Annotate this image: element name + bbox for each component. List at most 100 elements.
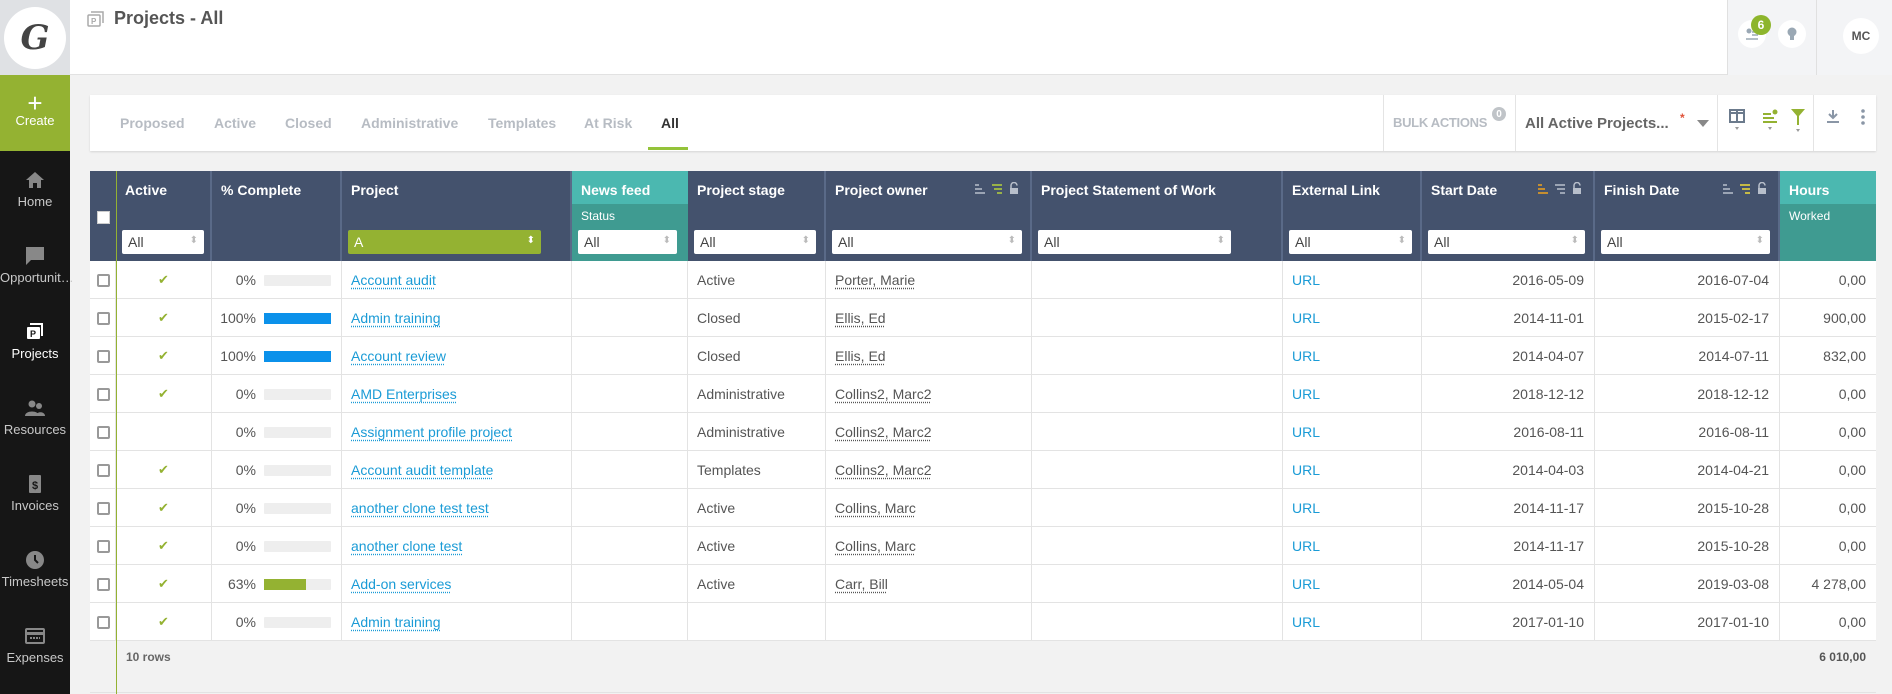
owner-link[interactable]: Ellis, Ed [835, 310, 886, 326]
project-link[interactable]: Account audit template [351, 462, 493, 478]
row-checkbox[interactable] [97, 350, 110, 363]
table-row[interactable]: ✔ 0% another clone test Active Collins, … [90, 527, 1876, 565]
project-link[interactable]: Admin training [351, 310, 441, 326]
external-url-link[interactable]: URL [1292, 348, 1320, 364]
project-link[interactable]: another clone test test [351, 500, 489, 516]
project-link[interactable]: another clone test [351, 538, 462, 554]
filter-sow-select[interactable]: All [1038, 230, 1231, 254]
create-button[interactable]: + Create [0, 75, 70, 151]
filter-active-select[interactable]: All [122, 230, 204, 254]
column-header-project-owner[interactable]: Project owner All [826, 171, 1032, 261]
row-checkbox[interactable] [97, 274, 110, 287]
tab-administrative[interactable]: Administrative [361, 115, 458, 131]
owner-link[interactable]: Collins2, Marc2 [835, 462, 931, 478]
row-checkbox[interactable] [97, 312, 110, 325]
project-link[interactable]: Account review [351, 348, 446, 364]
sort-asc-icon[interactable] [1537, 182, 1549, 194]
external-url-link[interactable]: URL [1292, 462, 1320, 478]
owner-link[interactable]: Porter, Marie [835, 272, 915, 288]
column-header-project-stage[interactable]: Project stage All [688, 171, 826, 261]
column-header-finish-date[interactable]: Finish Date All [1595, 171, 1780, 261]
sidebar-item-resources[interactable]: Resources [0, 398, 70, 437]
row-checkbox[interactable] [97, 388, 110, 401]
column-header-news-feed[interactable]: News feed Status All [572, 171, 688, 261]
tab-at-risk[interactable]: At Risk [584, 115, 632, 131]
sidebar-item-timesheets[interactable]: Timesheets [0, 550, 70, 589]
owner-link[interactable]: Carr, Bill [835, 576, 888, 592]
select-all-checkbox[interactable] [97, 211, 110, 224]
row-checkbox[interactable] [97, 464, 110, 477]
lock-icon[interactable] [1756, 182, 1768, 194]
tips-button[interactable] [1778, 20, 1806, 48]
sidebar-item-projects[interactable]: P Projects [0, 322, 70, 361]
project-link[interactable]: Admin training [351, 614, 441, 630]
external-url-link[interactable]: URL [1292, 500, 1320, 516]
lock-icon[interactable] [1008, 182, 1020, 194]
tab-active[interactable]: Active [214, 115, 256, 131]
column-header-hours-worked[interactable]: Hours Worked [1780, 171, 1876, 261]
row-checkbox[interactable] [97, 540, 110, 553]
table-row[interactable]: ✔ 100% Account review Closed Ellis, Ed U… [90, 337, 1876, 375]
owner-link[interactable]: Ellis, Ed [835, 348, 886, 364]
table-row[interactable]: ✔ 0% Account audit template Templates Co… [90, 451, 1876, 489]
column-header-statement-of-work[interactable]: Project Statement of Work All [1032, 171, 1283, 261]
table-row[interactable]: ✔ 0% Admin training URL 2017-01-10 2017-… [90, 603, 1876, 641]
sort-desc-icon[interactable] [1554, 182, 1566, 194]
sidebar-item-opportunities[interactable]: Opportunit… [0, 246, 74, 285]
owner-link[interactable]: Collins2, Marc2 [835, 424, 931, 440]
external-url-link[interactable]: URL [1292, 614, 1320, 630]
sidebar-item-home[interactable]: Home [0, 170, 70, 209]
tab-proposed[interactable]: Proposed [120, 115, 185, 131]
view-selector[interactable]: All Active Projects... * [1525, 111, 1709, 132]
filter-finish-date-select[interactable]: All [1601, 230, 1770, 254]
sort-desc-icon[interactable] [991, 182, 1003, 194]
tab-all[interactable]: All [661, 115, 679, 131]
external-url-link[interactable]: URL [1292, 576, 1320, 592]
table-row[interactable]: 0% Assignment profile project Administra… [90, 413, 1876, 451]
filter-project-select[interactable]: A [348, 230, 541, 254]
row-checkbox[interactable] [97, 426, 110, 439]
tab-closed[interactable]: Closed [285, 115, 332, 131]
owner-link[interactable]: Collins2, Marc2 [835, 386, 931, 402]
table-row[interactable]: ✔ 63% Add-on services Active Carr, Bill … [90, 565, 1876, 603]
project-link[interactable]: AMD Enterprises [351, 386, 457, 402]
external-url-link[interactable]: URL [1292, 424, 1320, 440]
sort-asc-icon[interactable] [974, 182, 986, 194]
bulk-actions-button[interactable]: BULK ACTIONS [1393, 115, 1487, 130]
column-header-external-link[interactable]: External Link All [1283, 171, 1422, 261]
row-checkbox[interactable] [97, 502, 110, 515]
app-logo[interactable]: G [4, 6, 66, 69]
row-checkbox[interactable] [97, 616, 110, 629]
tab-templates[interactable]: Templates [488, 115, 556, 131]
table-row[interactable]: ✔ 100% Admin training Closed Ellis, Ed U… [90, 299, 1876, 337]
table-row[interactable]: ✔ 0% Account audit Active Porter, Marie … [90, 261, 1876, 299]
sort-desc-icon[interactable] [1739, 182, 1751, 194]
column-header-project[interactable]: Project A [342, 171, 572, 261]
external-url-link[interactable]: URL [1292, 386, 1320, 402]
filter-news-status-select[interactable]: All [578, 230, 677, 254]
column-header-start-date[interactable]: Start Date All [1422, 171, 1595, 261]
sidebar-item-invoices[interactable]: $ Invoices [0, 474, 70, 513]
filter-owner-select[interactable]: All [832, 230, 1022, 254]
external-url-link[interactable]: URL [1292, 310, 1320, 326]
table-row[interactable]: ✔ 0% AMD Enterprises Administrative Coll… [90, 375, 1876, 413]
external-url-link[interactable]: URL [1292, 272, 1320, 288]
row-checkbox[interactable] [97, 578, 110, 591]
filter-stage-select[interactable]: All [694, 230, 816, 254]
user-avatar[interactable]: MC [1843, 18, 1879, 54]
owner-link[interactable]: Collins, Marc [835, 538, 916, 554]
sort-button[interactable] [1759, 109, 1781, 137]
filter-link-select[interactable]: All [1289, 230, 1412, 254]
column-header-active[interactable]: Active All [116, 171, 212, 261]
sidebar-item-expenses[interactable]: Expenses [0, 626, 70, 665]
sort-asc-icon[interactable] [1722, 182, 1734, 194]
download-button[interactable] [1822, 109, 1844, 137]
columns-button[interactable] [1726, 109, 1748, 137]
owner-link[interactable]: Collins, Marc [835, 500, 916, 516]
table-row[interactable]: ✔ 0% another clone test test Active Coll… [90, 489, 1876, 527]
column-header-percent-complete[interactable]: % Complete [212, 171, 342, 261]
external-url-link[interactable]: URL [1292, 538, 1320, 554]
more-options-button[interactable] [1852, 109, 1874, 137]
filter-start-date-select[interactable]: All [1428, 230, 1585, 254]
lock-icon[interactable] [1571, 182, 1583, 194]
